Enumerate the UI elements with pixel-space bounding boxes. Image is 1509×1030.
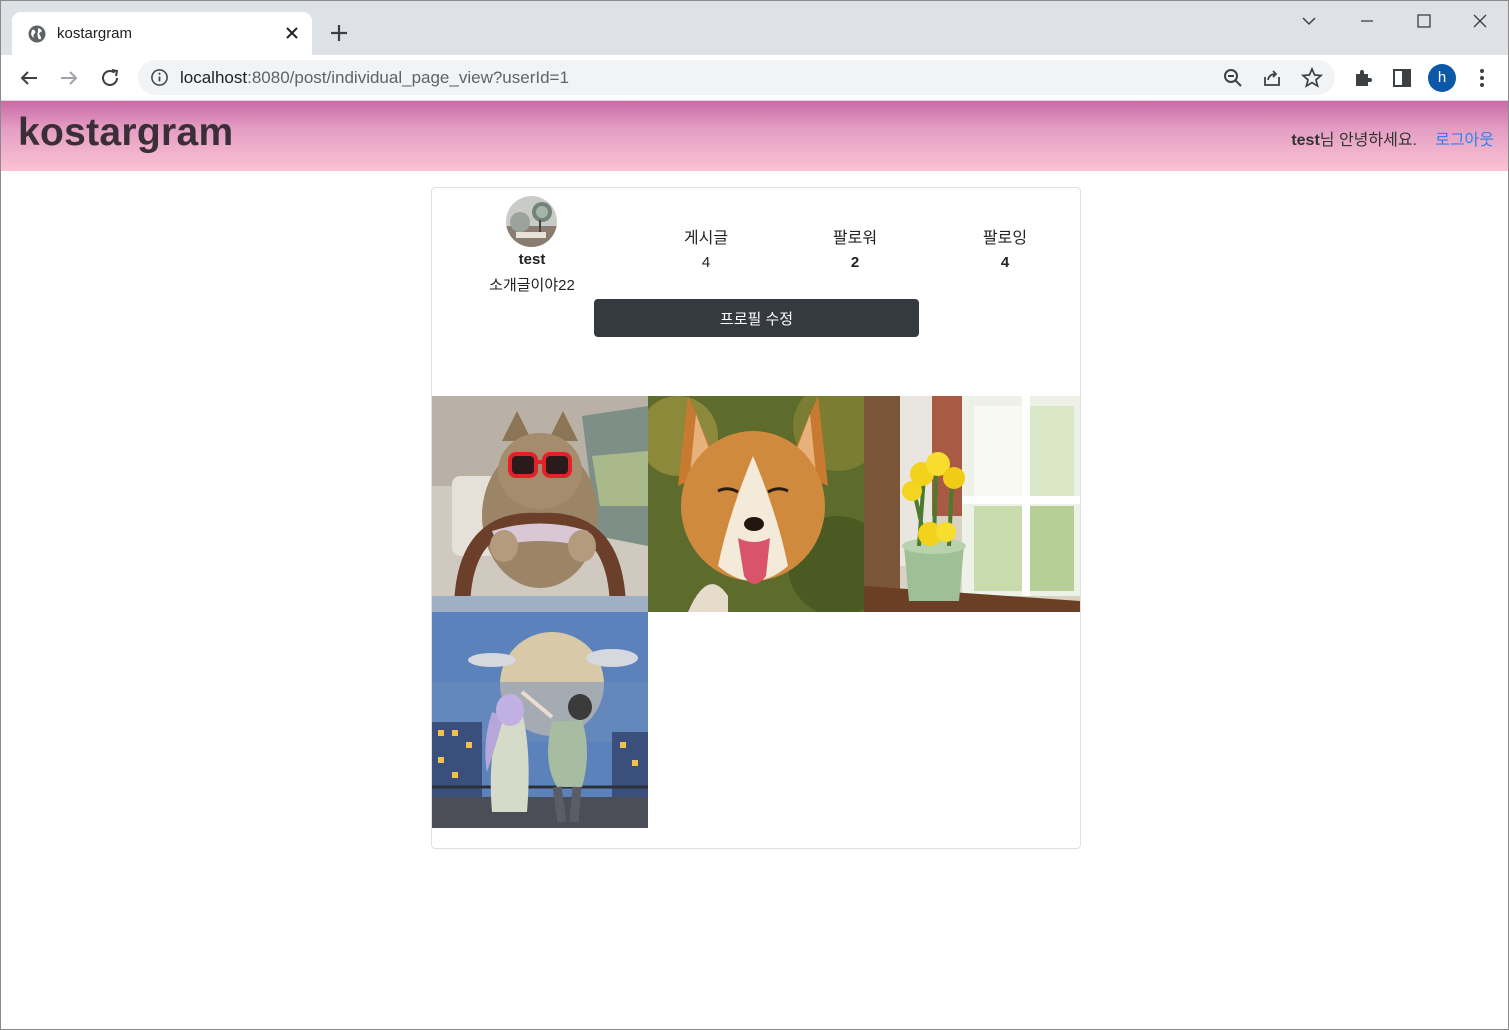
new-tab-icon[interactable] — [327, 21, 351, 45]
stat-followers-label: 팔로워 — [832, 230, 878, 247]
back-arrow-icon[interactable] — [17, 66, 41, 90]
stat-following-count: 4 — [1000, 254, 1010, 271]
info-icon[interactable] — [150, 68, 169, 87]
profile-avatar-image — [506, 196, 557, 247]
stat-posts[interactable]: 게시글 4 — [646, 224, 766, 271]
tab-title: kostargram — [57, 25, 133, 42]
daffodil-pot-image — [864, 396, 1080, 612]
post-thumbnail-illustration[interactable] — [432, 612, 648, 828]
browser-window: kostargram localhost:8080/post/individua… — [0, 0, 1509, 1030]
stat-following[interactable]: 팔로잉 4 — [945, 224, 1065, 271]
url-path: :8080/post/individual_page_view?userId=1 — [247, 68, 569, 87]
cat-driving-image — [432, 396, 648, 612]
stat-posts-count: 4 — [701, 254, 711, 271]
bookmark-star-icon[interactable] — [1300, 66, 1324, 90]
forward-arrow-icon[interactable] — [57, 66, 81, 90]
post-thumbnail-cat[interactable] — [432, 396, 648, 612]
reload-icon[interactable] — [98, 66, 122, 90]
corgi-dog-image — [648, 396, 864, 612]
post-thumbnail-flowers[interactable] — [864, 396, 1080, 612]
maximize-icon[interactable] — [1412, 9, 1436, 33]
tab-strip: kostargram — [1, 1, 1508, 55]
greeting-text: 님 안녕하세요. — [1319, 132, 1417, 149]
site-header: kostargram test님 안녕하세요. 로그아웃 — [1, 101, 1508, 171]
stat-followers-count: 2 — [850, 254, 860, 271]
url-host: localhost — [180, 68, 248, 87]
address-bar[interactable]: localhost:8080/post/individual_page_view… — [138, 60, 1335, 95]
zoom-icon[interactable] — [1221, 66, 1245, 90]
profile-avatar[interactable] — [506, 196, 557, 247]
more-vert-icon[interactable] — [1470, 66, 1494, 90]
side-panel-icon[interactable] — [1390, 66, 1414, 90]
browser-profile-avatar[interactable]: h — [1428, 64, 1456, 92]
couple-dancing-image — [432, 612, 648, 828]
logout-link[interactable]: 로그아웃 — [1435, 126, 1494, 150]
chevron-down-icon[interactable] — [1297, 9, 1321, 33]
site-logo[interactable]: kostargram — [18, 111, 233, 155]
browser-toolbar: localhost:8080/post/individual_page_view… — [1, 55, 1508, 101]
profile-card: test 소개글이야22 게시글 4 팔로워 2 팔로잉 4 프로필 수정 — [431, 187, 1081, 849]
greeting-username: test — [1291, 132, 1320, 149]
post-thumbnail-corgi[interactable] — [648, 396, 864, 612]
tab-kostargram[interactable]: kostargram — [12, 12, 312, 55]
minimize-icon[interactable] — [1355, 9, 1379, 33]
profile-username: test — [518, 251, 546, 268]
stat-posts-label: 게시글 — [683, 230, 729, 247]
window-close-icon[interactable] — [1468, 9, 1492, 33]
greeting: test님 안녕하세요. — [1291, 126, 1417, 150]
extensions-puzzle-icon[interactable] — [1351, 66, 1375, 90]
close-icon[interactable] — [282, 23, 302, 43]
profile-intro: 소개글이야22 — [489, 277, 575, 294]
stat-followers[interactable]: 팔로워 2 — [795, 224, 915, 271]
edit-profile-button[interactable]: 프로필 수정 — [594, 299, 919, 337]
url-text[interactable]: localhost:8080/post/individual_page_view… — [180, 68, 569, 88]
stat-following-label: 팔로잉 — [982, 230, 1028, 247]
share-icon[interactable] — [1260, 66, 1284, 90]
globe-icon — [28, 25, 46, 43]
